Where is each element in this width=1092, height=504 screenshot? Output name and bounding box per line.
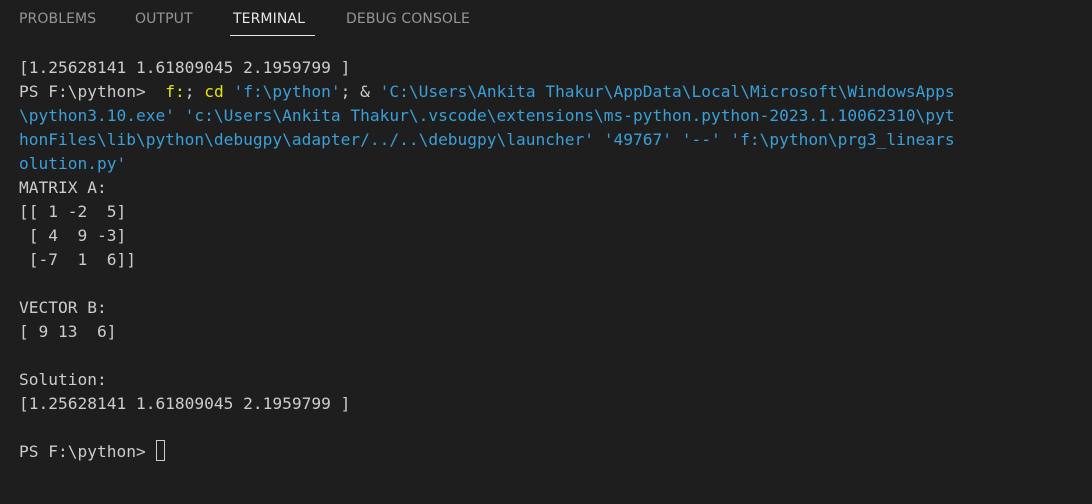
- cmd-f: f:: [155, 82, 185, 101]
- output-line-first: [1.25628141 1.61809045 2.1959799 ]: [19, 58, 351, 77]
- panel-tab-bar: PROBLEMS OUTPUT TERMINAL DEBUG CONSOLE: [0, 0, 1092, 38]
- matrix-row-3: [-7 1 6]]: [19, 250, 136, 269]
- matrix-row-1: [[ 1 -2 5]: [19, 202, 127, 221]
- terminal-output[interactable]: [1.25628141 1.61809045 2.1959799 ] PS F:…: [19, 56, 1092, 464]
- vector-value: [ 9 13 6]: [19, 322, 117, 341]
- command-line-4: olution.py': [19, 154, 127, 173]
- tab-problems[interactable]: PROBLEMS: [19, 10, 96, 28]
- cmd-cd: cd: [204, 82, 224, 101]
- final-prompt-line[interactable]: PS F:\python>: [19, 440, 1092, 464]
- terminal-panel: PROBLEMS OUTPUT TERMINAL DEBUG CONSOLE […: [0, 0, 1092, 504]
- text-cursor: [156, 440, 166, 461]
- cmd-exe-part1: 'C:\Users\Ankita Thakur\AppData\Local\Mi…: [379, 82, 955, 101]
- prompt: PS F:\python>: [19, 82, 156, 101]
- command-line-2: \python3.10.exe' 'c:\Users\Ankita Thakur…: [19, 106, 955, 125]
- matrix-label: MATRIX A:: [19, 178, 107, 197]
- cmd-path: 'f:\python': [223, 82, 341, 101]
- vector-label: VECTOR B:: [19, 298, 107, 317]
- solution-label: Solution:: [19, 370, 107, 389]
- cmd-sep: ;: [184, 82, 205, 101]
- tab-debug-console[interactable]: DEBUG CONSOLE: [346, 10, 470, 28]
- command-line-3: honFiles\lib\python\debugpy\adapter/../.…: [19, 130, 955, 149]
- prompt: PS F:\python>: [19, 442, 156, 461]
- tab-output[interactable]: OUTPUT: [135, 10, 193, 28]
- active-tab-indicator: [230, 35, 315, 36]
- matrix-row-2: [ 4 9 -3]: [19, 226, 127, 245]
- cmd-amp: ; &: [340, 82, 380, 101]
- solution-value: [1.25628141 1.61809045 2.1959799 ]: [19, 394, 351, 413]
- command-line-1: PS F:\python> f:; cd 'f:\python'; & 'C:\…: [19, 80, 1092, 104]
- tab-terminal[interactable]: TERMINAL: [233, 10, 305, 28]
